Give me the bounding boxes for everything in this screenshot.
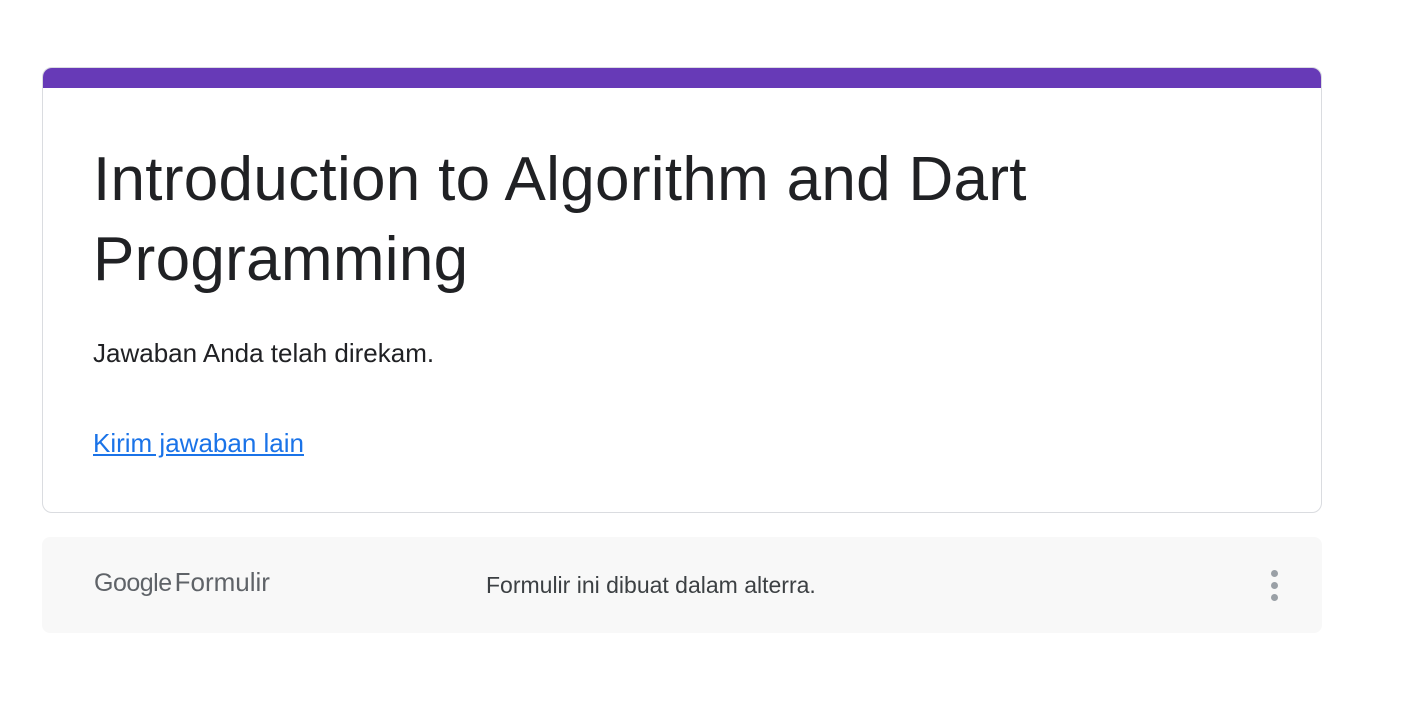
form-card: Introduction to Algorithm and Dart Progr…	[42, 67, 1322, 513]
more-vert-icon	[1270, 569, 1278, 577]
card-accent-bar	[43, 68, 1321, 88]
google-wordmark: Google	[94, 569, 172, 597]
more-options-button[interactable]	[1254, 563, 1294, 607]
more-vert-icon-dot	[1270, 593, 1278, 601]
confirmation-message: Jawaban Anda telah direkam.	[93, 338, 435, 368]
form-footer: Google Formulir Formulir ini dibuat dala…	[42, 537, 1322, 633]
more-vert-icon-dot	[1270, 581, 1278, 589]
footer-note: Formulir ini dibuat dalam alterra.	[486, 572, 816, 598]
forms-wordmark: Formulir	[174, 567, 270, 597]
form-title: Introduction to Algorithm and Dart Progr…	[93, 145, 1027, 294]
google-forms-logo[interactable]: Google Formulir	[94, 567, 270, 598]
submit-another-response-link[interactable]: Kirim jawaban lain	[93, 426, 304, 460]
